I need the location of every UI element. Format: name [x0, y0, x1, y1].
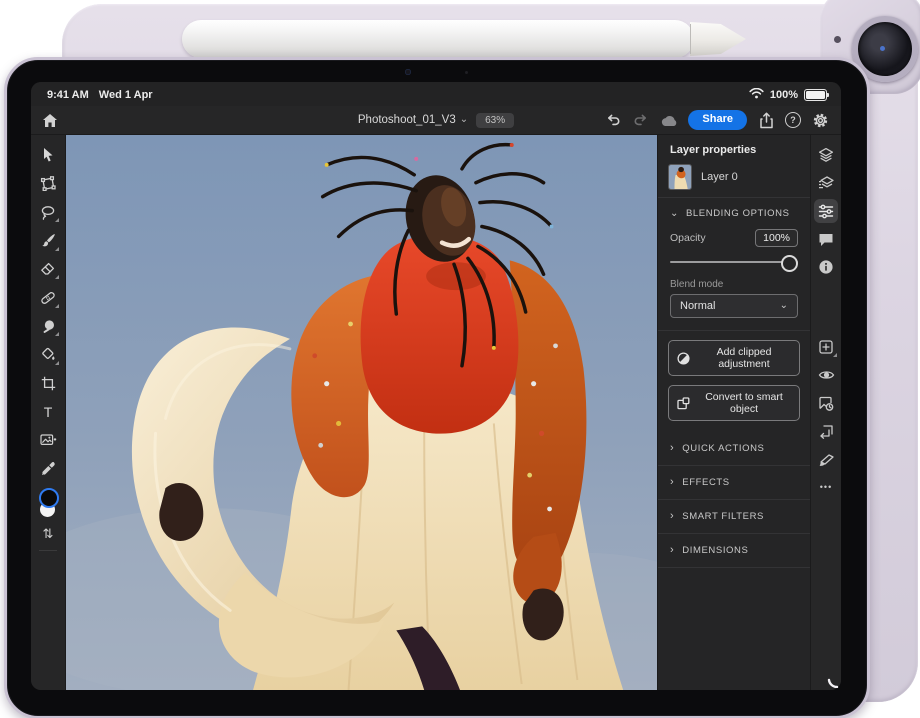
home-icon[interactable] — [41, 111, 59, 129]
section-smart-filters[interactable]: › SMART FILTERS — [658, 500, 810, 534]
toolbar-divider — [39, 550, 57, 551]
lasso-tool-icon[interactable] — [35, 199, 61, 225]
clone-stamp-tool-icon[interactable] — [35, 313, 61, 339]
ipad-front: 9:41 AM Wed 1 Apr 100% — [4, 57, 870, 718]
battery-percent: 100% — [770, 89, 798, 101]
chevron-down-icon: ⌄ — [780, 301, 788, 311]
eraser-tool-icon[interactable] — [35, 256, 61, 282]
opacity-slider[interactable] — [670, 253, 798, 271]
left-toolbar: T ⇅ — [31, 135, 66, 690]
blend-mode-value: Normal — [680, 300, 715, 312]
redo-icon[interactable] — [632, 111, 650, 129]
undo-icon[interactable] — [604, 111, 622, 129]
foreground-color-swatch[interactable] — [39, 488, 59, 508]
apple-pencil-seam — [690, 24, 691, 54]
fill-tool-icon[interactable] — [35, 342, 61, 368]
right-icon-strip: ••• — [810, 135, 841, 690]
cloud-sync-icon[interactable] — [660, 111, 678, 129]
opacity-slider-track[interactable] — [670, 261, 798, 263]
add-clipped-adjustment-button[interactable]: Add clipped adjustment — [668, 340, 800, 376]
scene: 9:41 AM Wed 1 Apr 100% — [0, 0, 920, 718]
apple-pencil — [182, 20, 694, 58]
healing-brush-tool-icon[interactable] — [35, 285, 61, 311]
type-tool-icon[interactable]: T — [35, 399, 61, 425]
wifi-icon — [749, 88, 764, 102]
smart-object-icon — [677, 397, 690, 410]
swap-colors-icon[interactable]: ⇅ — [43, 526, 54, 542]
settings-gear-icon[interactable] — [811, 111, 829, 129]
chevron-down-icon: ⌄ — [460, 115, 468, 125]
transform-tool-icon[interactable] — [35, 171, 61, 197]
panel-divider — [658, 330, 810, 331]
crop-tool-icon[interactable] — [35, 370, 61, 396]
opacity-slider-knob[interactable] — [781, 255, 798, 272]
layers-icon[interactable] — [814, 143, 838, 167]
mask-brush-icon[interactable] — [814, 447, 838, 471]
status-bar: 9:41 AM Wed 1 Apr 100% — [31, 82, 841, 106]
move-tool-icon[interactable] — [35, 142, 61, 168]
chevron-right-icon: › — [670, 477, 674, 488]
layer-row[interactable]: Layer 0 — [658, 161, 810, 198]
blending-options-header[interactable]: ⌄ BLENDING OPTIONS — [658, 198, 810, 225]
convert-smart-object-button[interactable]: Convert to smart object — [668, 385, 800, 421]
status-time: 9:41 AM — [47, 89, 89, 101]
front-sensor-dot — [465, 71, 468, 74]
chevron-right-icon: › — [670, 545, 674, 556]
zoom-level-badge[interactable]: 63% — [476, 113, 514, 128]
section-quick-actions[interactable]: › QUICK ACTIONS — [658, 432, 810, 466]
comments-icon[interactable] — [814, 227, 838, 251]
blend-mode-dropdown[interactable]: Normal ⌄ — [670, 294, 798, 318]
photo-layer-artwork — [66, 135, 657, 690]
lens-glint — [880, 46, 885, 51]
document-title[interactable]: Photoshoot_01_V3 ⌄ — [358, 114, 468, 126]
rear-mic-dot — [834, 36, 841, 43]
layer-history-icon[interactable] — [814, 391, 838, 415]
chevron-down-icon: ⌄ — [670, 209, 679, 219]
blend-mode-label: Blend mode — [658, 273, 810, 294]
opacity-label: Opacity — [670, 232, 706, 244]
layer-properties-panel: Layer properties Layer 0 ⌄ BLENDING OPTI… — [657, 135, 810, 690]
adjustment-icon — [677, 352, 690, 365]
send-back-icon[interactable] — [814, 419, 838, 443]
battery-icon — [804, 89, 827, 101]
properties-icon[interactable] — [814, 199, 838, 223]
chevron-right-icon: › — [670, 443, 674, 454]
info-icon[interactable] — [814, 255, 838, 279]
eyedropper-tool-icon[interactable] — [35, 456, 61, 482]
more-options-icon[interactable]: ••• — [814, 475, 838, 499]
panel-title: Layer properties — [658, 135, 810, 161]
layer-clip-icon[interactable] — [814, 171, 838, 195]
app-header: Photoshoot_01_V3 ⌄ 63% Share — [31, 106, 841, 135]
opacity-value-field[interactable]: 100% — [755, 229, 798, 247]
brush-tool-icon[interactable] — [35, 228, 61, 254]
export-icon[interactable] — [757, 111, 775, 129]
layer-name: Layer 0 — [701, 171, 738, 183]
color-swatches[interactable] — [35, 488, 61, 520]
status-date: Wed 1 Apr — [99, 89, 153, 101]
chevron-right-icon: › — [670, 511, 674, 522]
canvas[interactable] — [66, 135, 657, 690]
visibility-eye-icon[interactable] — [814, 363, 838, 387]
section-effects[interactable]: › EFFECTS — [658, 466, 810, 500]
help-icon[interactable]: ? — [785, 112, 801, 128]
app-body: T ⇅ — [31, 135, 841, 690]
front-camera-icon — [405, 69, 411, 75]
layer-thumbnail — [668, 164, 692, 190]
place-photo-tool-icon[interactable] — [35, 427, 61, 453]
section-dimensions[interactable]: › DIMENSIONS — [658, 534, 810, 568]
share-button[interactable]: Share — [688, 110, 747, 130]
screen: 9:41 AM Wed 1 Apr 100% — [31, 82, 841, 690]
add-layer-icon[interactable] — [814, 335, 838, 359]
